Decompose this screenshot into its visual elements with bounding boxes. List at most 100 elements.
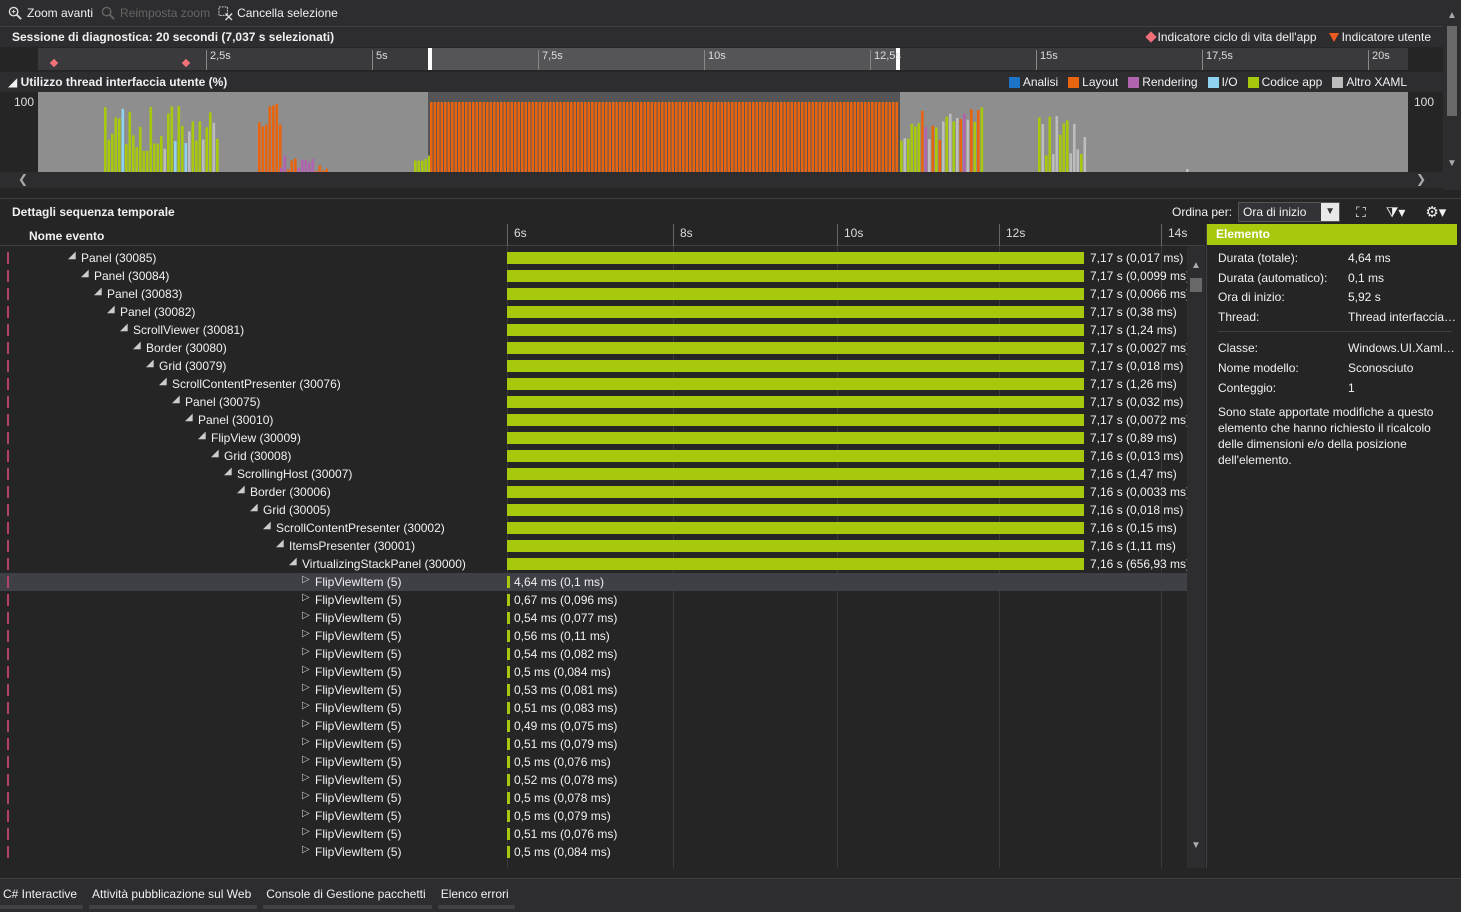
event-row[interactable]: ▷ FlipViewItem (5) 0,51 ms (0,079 ms): [0, 735, 1187, 753]
event-row[interactable]: ▷ FlipViewItem (5) 0,49 ms (0,075 ms): [0, 717, 1187, 735]
reset-zoom-button[interactable]: Reimposta zoom: [101, 6, 210, 21]
zoom-in-button[interactable]: Zoom avanti: [8, 6, 93, 21]
legend-item[interactable]: Rendering: [1128, 75, 1198, 89]
event-row[interactable]: ▷ FlipViewItem (5) 0,51 ms (0,076 ms): [0, 825, 1187, 843]
event-duration-bar[interactable]: [507, 756, 510, 768]
event-duration-bar[interactable]: [507, 684, 510, 696]
expand-icon[interactable]: ▷: [302, 718, 310, 729]
event-row[interactable]: ▷ FlipViewItem (5) 0,56 ms (0,11 ms): [0, 627, 1187, 645]
legend-item[interactable]: Layout: [1068, 75, 1118, 89]
scroll-up-icon[interactable]: ▲: [1191, 260, 1201, 271]
expand-icon[interactable]: ▷: [302, 808, 310, 819]
event-row[interactable]: ◢ ScrollContentPresenter (30076) 7,17 s (1…: [0, 375, 1187, 393]
event-row[interactable]: ◢ ScrollViewer (30081) 7,17 s (1,24 ms): [0, 321, 1187, 339]
collapse-icon[interactable]: ◢: [211, 448, 219, 459]
collapse-icon[interactable]: ◢: [185, 412, 193, 423]
event-duration-bar[interactable]: [507, 594, 510, 606]
expand-icon[interactable]: ▷: [302, 754, 310, 765]
scroll-right-icon[interactable]: ❯: [1416, 172, 1426, 186]
collapse-icon[interactable]: ◢: [250, 502, 258, 513]
event-duration-bar[interactable]: [507, 468, 1084, 480]
tool-tab[interactable]: Elenco errori: [437, 879, 515, 909]
event-row[interactable]: ◢ ItemsPresenter (30001) 7,16 s (1,11 ms): [0, 537, 1187, 555]
collapse-icon[interactable]: ◢: [68, 250, 76, 261]
tree-vertical-scrollbar[interactable]: ▲ ▼: [1187, 246, 1205, 868]
expand-icon[interactable]: ▷: [302, 574, 310, 585]
scroll-up-icon[interactable]: ▲: [1447, 10, 1457, 21]
event-duration-bar[interactable]: [507, 540, 1084, 552]
legend-item[interactable]: Codice app: [1247, 75, 1322, 89]
collapse-icon[interactable]: ◢: [146, 358, 154, 369]
expand-icon[interactable]: ▷: [302, 826, 310, 837]
collapse-icon[interactable]: ◢: [159, 376, 167, 387]
event-row[interactable]: ▷ FlipViewItem (5) 0,5 ms (0,084 ms): [0, 663, 1187, 681]
collapse-icon[interactable]: ◢: [237, 484, 245, 495]
event-duration-bar[interactable]: [507, 630, 510, 642]
event-row[interactable]: ▷ FlipViewItem (5) 0,5 ms (0,084 ms): [0, 843, 1187, 861]
expand-icon[interactable]: ▷: [302, 700, 310, 711]
expand-icon[interactable]: ▷: [302, 592, 310, 603]
event-duration-bar[interactable]: [507, 378, 1084, 390]
event-duration-bar[interactable]: [507, 288, 1084, 300]
expand-icon[interactable]: ▷: [302, 664, 310, 675]
event-row[interactable]: ◢ Panel (30082) 7,17 s (0,38 ms): [0, 303, 1187, 321]
ruler-selection[interactable]: [428, 48, 900, 70]
event-row[interactable]: ▷ FlipViewItem (5) 0,51 ms (0,083 ms): [0, 699, 1187, 717]
event-duration-bar[interactable]: [507, 450, 1084, 462]
event-row[interactable]: ◢ Grid (30008) 7,16 s (0,013 ms): [0, 447, 1187, 465]
event-row[interactable]: ◢ Border (30080) 7,17 s (0,0027 ms): [0, 339, 1190, 357]
ui-thread-graph[interactable]: [38, 92, 1408, 172]
column-event-name[interactable]: Nome evento: [29, 229, 104, 243]
event-duration-bar[interactable]: [507, 702, 510, 714]
collapse-icon[interactable]: ◢: [133, 340, 141, 351]
scroll-thumb[interactable]: [1447, 26, 1457, 116]
event-row[interactable]: ▷ FlipViewItem (5) 0,5 ms (0,079 ms): [0, 807, 1187, 825]
event-row[interactable]: ◢ FlipView (30009) 7,17 s (0,89 ms): [0, 429, 1187, 447]
event-row[interactable]: ◢ Grid (30005) 7,16 s (0,018 ms): [0, 501, 1187, 519]
fit-selection-icon[interactable]: ⛶: [1356, 204, 1366, 221]
event-duration-bar[interactable]: [507, 738, 510, 750]
tool-tab[interactable]: Attività pubblicazione sul Web: [89, 879, 258, 909]
legend-item[interactable]: I/O: [1207, 75, 1238, 89]
scroll-down-icon[interactable]: ▼: [1191, 840, 1201, 851]
expand-icon[interactable]: ▷: [302, 682, 310, 693]
tool-tab[interactable]: C# Interactive: [0, 879, 84, 909]
event-row[interactable]: ▷ FlipViewItem (5) 4,64 ms (0,1 ms): [0, 573, 1187, 591]
collapse-icon[interactable]: ◢: [94, 286, 102, 297]
event-row[interactable]: ◢ Panel (30085) 7,17 s (0,017 ms): [0, 249, 1187, 267]
event-row[interactable]: ▷ FlipViewItem (5) 0,54 ms (0,082 ms): [0, 645, 1187, 663]
event-row[interactable]: ◢ Panel (30083) 7,17 s (0,0066 ms): [0, 285, 1190, 303]
collapse-icon[interactable]: ◢: [81, 268, 89, 279]
expand-icon[interactable]: ▷: [302, 772, 310, 783]
event-row[interactable]: ◢ ScrollContentPresenter (30002) 7,16 s (0…: [0, 519, 1187, 537]
expand-icon[interactable]: ▷: [302, 736, 310, 747]
expand-icon[interactable]: ▷: [302, 790, 310, 801]
event-duration-bar[interactable]: [507, 306, 1084, 318]
event-row[interactable]: ◢ Grid (30079) 7,17 s (0,018 ms): [0, 357, 1187, 375]
session-ruler[interactable]: 2,5s 5s 7,5s 10s 12,5s 15s 17,5s 20s: [38, 48, 1408, 70]
event-duration-bar[interactable]: [507, 324, 1084, 336]
event-row[interactable]: ▷ FlipViewItem (5) 0,67 ms (0,096 ms): [0, 591, 1187, 609]
tool-tab[interactable]: Console di Gestione pacchetti: [263, 879, 432, 909]
horizontal-scrollbar[interactable]: ❮ ❯: [0, 172, 1443, 188]
event-duration-bar[interactable]: [507, 558, 1084, 570]
event-row[interactable]: ▷ FlipViewItem (5) 0,5 ms (0,078 ms): [0, 789, 1187, 807]
collapse-icon[interactable]: ◢: [107, 304, 115, 315]
event-duration-bar[interactable]: [507, 432, 1084, 444]
event-duration-bar[interactable]: [507, 666, 510, 678]
collapse-icon[interactable]: ◢: [289, 556, 297, 567]
expand-icon[interactable]: ▷: [302, 844, 310, 855]
gear-icon[interactable]: ⚙▾: [1425, 203, 1446, 221]
event-duration-bar[interactable]: [507, 810, 510, 822]
event-row[interactable]: ◢ Panel (30075) 7,17 s (0,032 ms): [0, 393, 1187, 411]
expand-icon[interactable]: ▷: [302, 646, 310, 657]
event-duration-bar[interactable]: [507, 252, 1084, 264]
event-duration-bar[interactable]: [507, 612, 510, 624]
collapse-icon[interactable]: ◢: [276, 538, 284, 549]
lifecycle-marker-icon[interactable]: [49, 58, 59, 68]
legend-item[interactable]: Analisi: [1008, 75, 1058, 89]
event-duration-bar[interactable]: [507, 774, 510, 786]
event-duration-bar[interactable]: [507, 414, 1084, 426]
event-row[interactable]: ◢ ScrollingHost (30007) 7,16 s (1,47 ms): [0, 465, 1187, 483]
collapse-icon[interactable]: ◢: [172, 394, 180, 405]
